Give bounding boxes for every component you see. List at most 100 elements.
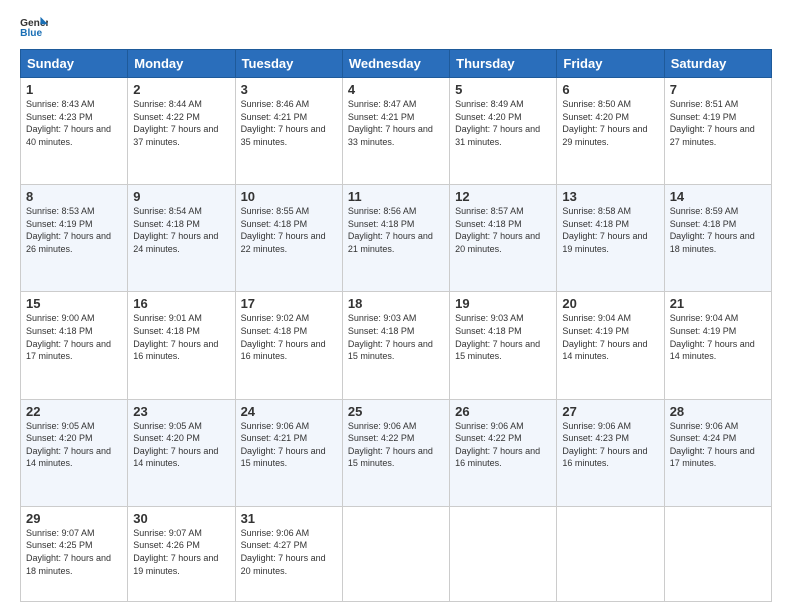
calendar-cell: 29 Sunrise: 9:07 AMSunset: 4:25 PMDaylig… xyxy=(21,506,128,601)
day-number: 5 xyxy=(455,82,551,97)
day-number: 27 xyxy=(562,404,658,419)
cell-info: Sunrise: 8:46 AMSunset: 4:21 PMDaylight:… xyxy=(241,99,326,147)
cell-info: Sunrise: 9:06 AMSunset: 4:24 PMDaylight:… xyxy=(670,421,755,469)
day-number: 11 xyxy=(348,189,444,204)
day-number: 2 xyxy=(133,82,229,97)
calendar-cell: 30 Sunrise: 9:07 AMSunset: 4:26 PMDaylig… xyxy=(128,506,235,601)
calendar-cell: 9 Sunrise: 8:54 AMSunset: 4:18 PMDayligh… xyxy=(128,185,235,292)
calendar-cell: 8 Sunrise: 8:53 AMSunset: 4:19 PMDayligh… xyxy=(21,185,128,292)
calendar-cell xyxy=(342,506,449,601)
calendar-table: SundayMondayTuesdayWednesdayThursdayFrid… xyxy=(20,49,772,602)
calendar-cell: 27 Sunrise: 9:06 AMSunset: 4:23 PMDaylig… xyxy=(557,399,664,506)
day-number: 18 xyxy=(348,296,444,311)
day-number: 9 xyxy=(133,189,229,204)
cell-info: Sunrise: 9:06 AMSunset: 4:22 PMDaylight:… xyxy=(348,421,433,469)
calendar-cell: 18 Sunrise: 9:03 AMSunset: 4:18 PMDaylig… xyxy=(342,292,449,399)
day-number: 30 xyxy=(133,511,229,526)
calendar-header-monday: Monday xyxy=(128,50,235,78)
calendar-week-3: 15 Sunrise: 9:00 AMSunset: 4:18 PMDaylig… xyxy=(21,292,772,399)
cell-info: Sunrise: 8:47 AMSunset: 4:21 PMDaylight:… xyxy=(348,99,433,147)
calendar-cell: 3 Sunrise: 8:46 AMSunset: 4:21 PMDayligh… xyxy=(235,78,342,185)
day-number: 4 xyxy=(348,82,444,97)
cell-info: Sunrise: 8:50 AMSunset: 4:20 PMDaylight:… xyxy=(562,99,647,147)
day-number: 21 xyxy=(670,296,766,311)
day-number: 17 xyxy=(241,296,337,311)
day-number: 13 xyxy=(562,189,658,204)
cell-info: Sunrise: 8:49 AMSunset: 4:20 PMDaylight:… xyxy=(455,99,540,147)
day-number: 25 xyxy=(348,404,444,419)
calendar-cell: 19 Sunrise: 9:03 AMSunset: 4:18 PMDaylig… xyxy=(450,292,557,399)
day-number: 1 xyxy=(26,82,122,97)
day-number: 6 xyxy=(562,82,658,97)
calendar-cell: 12 Sunrise: 8:57 AMSunset: 4:18 PMDaylig… xyxy=(450,185,557,292)
calendar-cell xyxy=(664,506,771,601)
cell-info: Sunrise: 8:44 AMSunset: 4:22 PMDaylight:… xyxy=(133,99,218,147)
calendar-week-4: 22 Sunrise: 9:05 AMSunset: 4:20 PMDaylig… xyxy=(21,399,772,506)
day-number: 7 xyxy=(670,82,766,97)
cell-info: Sunrise: 8:53 AMSunset: 4:19 PMDaylight:… xyxy=(26,206,111,254)
day-number: 19 xyxy=(455,296,551,311)
calendar-cell: 22 Sunrise: 9:05 AMSunset: 4:20 PMDaylig… xyxy=(21,399,128,506)
logo: General Blue xyxy=(20,15,52,39)
calendar-cell: 13 Sunrise: 8:58 AMSunset: 4:18 PMDaylig… xyxy=(557,185,664,292)
cell-info: Sunrise: 9:03 AMSunset: 4:18 PMDaylight:… xyxy=(455,313,540,361)
calendar-cell: 26 Sunrise: 9:06 AMSunset: 4:22 PMDaylig… xyxy=(450,399,557,506)
cell-info: Sunrise: 9:00 AMSunset: 4:18 PMDaylight:… xyxy=(26,313,111,361)
day-number: 12 xyxy=(455,189,551,204)
day-number: 14 xyxy=(670,189,766,204)
calendar-cell: 17 Sunrise: 9:02 AMSunset: 4:18 PMDaylig… xyxy=(235,292,342,399)
cell-info: Sunrise: 9:07 AMSunset: 4:26 PMDaylight:… xyxy=(133,528,218,576)
day-number: 26 xyxy=(455,404,551,419)
day-number: 8 xyxy=(26,189,122,204)
calendar-header-row: SundayMondayTuesdayWednesdayThursdayFrid… xyxy=(21,50,772,78)
calendar-cell: 15 Sunrise: 9:00 AMSunset: 4:18 PMDaylig… xyxy=(21,292,128,399)
calendar-cell: 25 Sunrise: 9:06 AMSunset: 4:22 PMDaylig… xyxy=(342,399,449,506)
cell-info: Sunrise: 9:06 AMSunset: 4:27 PMDaylight:… xyxy=(241,528,326,576)
page: General Blue SundayMondayTuesdayWednesda… xyxy=(0,0,792,612)
cell-info: Sunrise: 8:58 AMSunset: 4:18 PMDaylight:… xyxy=(562,206,647,254)
calendar-cell: 31 Sunrise: 9:06 AMSunset: 4:27 PMDaylig… xyxy=(235,506,342,601)
calendar-week-5: 29 Sunrise: 9:07 AMSunset: 4:25 PMDaylig… xyxy=(21,506,772,601)
day-number: 28 xyxy=(670,404,766,419)
cell-info: Sunrise: 8:55 AMSunset: 4:18 PMDaylight:… xyxy=(241,206,326,254)
calendar-cell: 1 Sunrise: 8:43 AMSunset: 4:23 PMDayligh… xyxy=(21,78,128,185)
cell-info: Sunrise: 9:04 AMSunset: 4:19 PMDaylight:… xyxy=(562,313,647,361)
day-number: 23 xyxy=(133,404,229,419)
day-number: 20 xyxy=(562,296,658,311)
cell-info: Sunrise: 9:06 AMSunset: 4:23 PMDaylight:… xyxy=(562,421,647,469)
calendar-header-friday: Friday xyxy=(557,50,664,78)
calendar-cell xyxy=(557,506,664,601)
calendar-cell: 6 Sunrise: 8:50 AMSunset: 4:20 PMDayligh… xyxy=(557,78,664,185)
cell-info: Sunrise: 9:01 AMSunset: 4:18 PMDaylight:… xyxy=(133,313,218,361)
calendar-cell: 20 Sunrise: 9:04 AMSunset: 4:19 PMDaylig… xyxy=(557,292,664,399)
cell-info: Sunrise: 8:59 AMSunset: 4:18 PMDaylight:… xyxy=(670,206,755,254)
cell-info: Sunrise: 8:51 AMSunset: 4:19 PMDaylight:… xyxy=(670,99,755,147)
calendar-cell: 14 Sunrise: 8:59 AMSunset: 4:18 PMDaylig… xyxy=(664,185,771,292)
cell-info: Sunrise: 8:57 AMSunset: 4:18 PMDaylight:… xyxy=(455,206,540,254)
calendar-cell xyxy=(450,506,557,601)
day-number: 3 xyxy=(241,82,337,97)
calendar-header-wednesday: Wednesday xyxy=(342,50,449,78)
calendar-header-tuesday: Tuesday xyxy=(235,50,342,78)
day-number: 16 xyxy=(133,296,229,311)
calendar-week-2: 8 Sunrise: 8:53 AMSunset: 4:19 PMDayligh… xyxy=(21,185,772,292)
calendar-cell: 23 Sunrise: 9:05 AMSunset: 4:20 PMDaylig… xyxy=(128,399,235,506)
logo-icon: General Blue xyxy=(20,15,48,39)
calendar-cell: 28 Sunrise: 9:06 AMSunset: 4:24 PMDaylig… xyxy=(664,399,771,506)
day-number: 29 xyxy=(26,511,122,526)
day-number: 10 xyxy=(241,189,337,204)
svg-text:Blue: Blue xyxy=(20,28,42,39)
cell-info: Sunrise: 9:02 AMSunset: 4:18 PMDaylight:… xyxy=(241,313,326,361)
cell-info: Sunrise: 8:56 AMSunset: 4:18 PMDaylight:… xyxy=(348,206,433,254)
cell-info: Sunrise: 9:06 AMSunset: 4:21 PMDaylight:… xyxy=(241,421,326,469)
header: General Blue xyxy=(20,15,772,39)
calendar-cell: 24 Sunrise: 9:06 AMSunset: 4:21 PMDaylig… xyxy=(235,399,342,506)
cell-info: Sunrise: 9:05 AMSunset: 4:20 PMDaylight:… xyxy=(133,421,218,469)
calendar-cell: 5 Sunrise: 8:49 AMSunset: 4:20 PMDayligh… xyxy=(450,78,557,185)
cell-info: Sunrise: 9:05 AMSunset: 4:20 PMDaylight:… xyxy=(26,421,111,469)
cell-info: Sunrise: 9:04 AMSunset: 4:19 PMDaylight:… xyxy=(670,313,755,361)
calendar-header-thursday: Thursday xyxy=(450,50,557,78)
calendar-header-sunday: Sunday xyxy=(21,50,128,78)
calendar-cell: 10 Sunrise: 8:55 AMSunset: 4:18 PMDaylig… xyxy=(235,185,342,292)
day-number: 22 xyxy=(26,404,122,419)
